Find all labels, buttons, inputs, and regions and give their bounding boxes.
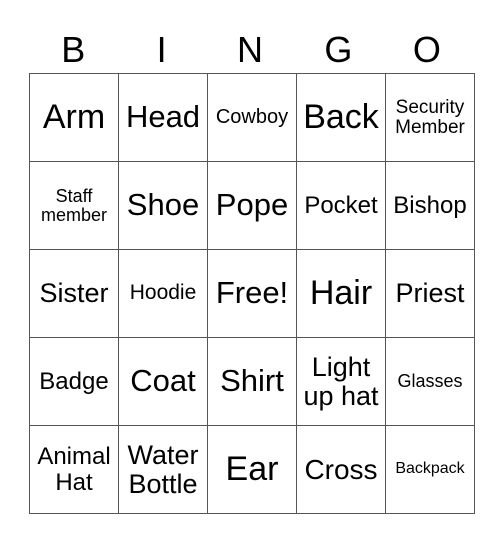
bingo-cell[interactable]: Water Bottle [118, 425, 208, 514]
bingo-cell[interactable]: Staff member [29, 161, 119, 250]
bingo-cell[interactable]: Security Member [385, 73, 475, 162]
bingo-cell[interactable]: Bishop [385, 161, 475, 250]
bingo-row: Staff member Shoe Pope Pocket Bishop [29, 161, 475, 250]
bingo-row: Badge Coat Shirt Light up hat Glasses [29, 337, 475, 426]
bingo-cell[interactable]: Pope [207, 161, 297, 250]
bingo-row: Arm Head Cowboy Back Security Member [29, 73, 475, 162]
bingo-cell[interactable]: Cross [296, 425, 386, 514]
bingo-row: Sister Hoodie Free! Hair Priest [29, 249, 475, 338]
bingo-cell[interactable]: Sister [29, 249, 119, 338]
bingo-cell[interactable]: Hair [296, 249, 386, 338]
header-letter-b: B [61, 29, 86, 70]
bingo-cell[interactable]: Shoe [118, 161, 208, 250]
header-letter-o: O [412, 29, 441, 70]
bingo-cell[interactable]: Animal Hat [29, 425, 119, 514]
bingo-cell[interactable]: Free! [207, 249, 297, 338]
bingo-header: B I N G O [29, 28, 471, 72]
header-letter-g: G [324, 29, 353, 70]
bingo-cell[interactable]: Pocket [296, 161, 386, 250]
bingo-cell[interactable]: Shirt [207, 337, 297, 426]
header-letter-i: I [156, 29, 167, 70]
bingo-cell[interactable]: Ear [207, 425, 297, 514]
bingo-cell[interactable]: Head [118, 73, 208, 162]
bingo-cell[interactable]: Light up hat [296, 337, 386, 426]
bingo-cell[interactable]: Glasses [385, 337, 475, 426]
bingo-cell[interactable]: Coat [118, 337, 208, 426]
bingo-row: Animal Hat Water Bottle Ear Cross Backpack [29, 425, 475, 514]
bingo-cell[interactable]: Cowboy [207, 73, 297, 162]
bingo-cell[interactable]: Badge [29, 337, 119, 426]
bingo-cell[interactable]: Priest [385, 249, 475, 338]
header-letter-n: N [237, 29, 264, 70]
bingo-card: Arm Head Cowboy Back Security Member Staff me… [29, 73, 475, 514]
bingo-cell[interactable]: Back [296, 73, 386, 162]
bingo-cell[interactable]: Hoodie [118, 249, 208, 338]
bingo-cell[interactable]: Arm [29, 73, 119, 162]
bingo-cell[interactable]: Backpack [385, 425, 475, 514]
